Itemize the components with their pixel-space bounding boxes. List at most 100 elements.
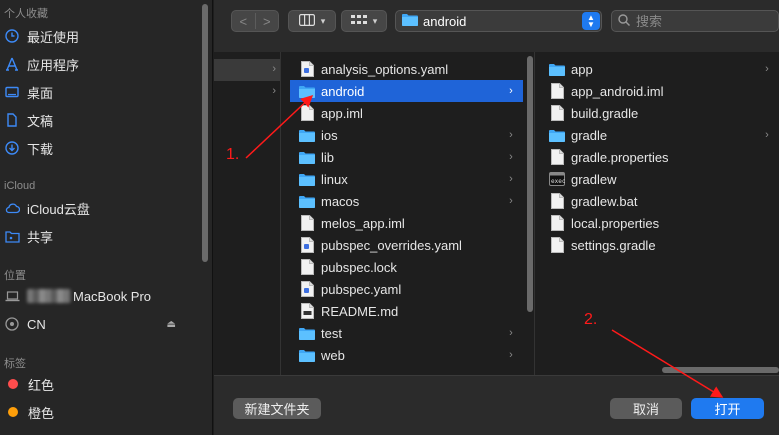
search-field[interactable] — [611, 10, 779, 32]
sidebar-item-documents[interactable]: 文稿 — [4, 109, 53, 131]
file-row-pubspec-yaml[interactable]: pubspec.yaml — [290, 278, 523, 300]
file-icon — [549, 149, 565, 165]
file-row-pubspec-lock[interactable]: pubspec.lock — [290, 256, 523, 278]
sidebar-item-macbook[interactable]: MacBook Pro — [4, 285, 151, 307]
chevron-right-icon: › — [509, 349, 513, 361]
item-name: test — [321, 325, 342, 341]
item-name: app.iml — [321, 105, 363, 121]
orange-tag-icon — [8, 407, 18, 417]
folder-row-web[interactable]: web › — [290, 344, 523, 366]
back-button[interactable]: < — [232, 14, 255, 29]
search-input[interactable] — [636, 13, 756, 29]
item-name: app_android.iml — [571, 83, 664, 99]
file-row-gradlew-bat[interactable]: gradlew.bat — [540, 190, 779, 212]
item-name: ios — [321, 127, 338, 143]
sidebar-item-label: 下载 — [27, 141, 54, 157]
item-name: gradle — [571, 127, 608, 143]
project-column: analysis_options.yamlandroid › app.iml ios ›… — [290, 52, 523, 375]
grid-icon — [350, 14, 367, 29]
view-mode-button[interactable]: ▾ — [288, 10, 336, 32]
file-icon — [549, 193, 565, 209]
column-browser: › › analysis_options.yamlandroid › app.iml… — [214, 52, 779, 375]
sidebar-item-shared[interactable]: 共享 — [4, 225, 53, 247]
file-row-app-iml[interactable]: app.iml — [290, 102, 523, 124]
item-name: gradle.properties — [571, 149, 669, 165]
toolbar: < > ▾ ▾ android ▲ ▼ — [214, 0, 779, 52]
file-row-melos-app-iml[interactable]: melos_app.iml — [290, 212, 523, 234]
parent-column-row[interactable]: › — [214, 59, 280, 81]
column-divider[interactable] — [534, 52, 535, 375]
file-icon — [299, 105, 315, 121]
nav-button-group: < > — [231, 10, 279, 32]
eject-icon[interactable]: ⏏ — [167, 319, 176, 330]
yaml-file-icon — [299, 281, 315, 297]
location-popup[interactable]: android ▲ ▼ — [395, 10, 602, 32]
network-drive-icon — [4, 316, 20, 332]
folder-icon — [299, 83, 315, 99]
folder-row-android[interactable]: android › — [290, 80, 523, 102]
folder-icon — [549, 61, 565, 77]
chevron-down-icon: ▾ — [320, 15, 326, 26]
chevron-right-icon: › — [509, 85, 513, 97]
folder-row-lib[interactable]: lib › — [290, 146, 523, 168]
sidebar-item-tag-orange[interactable]: 橙色 — [4, 401, 54, 423]
sidebar-scrollbar[interactable] — [202, 4, 208, 262]
item-name: lib — [321, 149, 335, 165]
sidebar-item-label: MacBook Pro — [73, 288, 152, 304]
item-name: gradlew.bat — [571, 193, 638, 209]
sidebar-item-recents[interactable]: 最近使用 — [4, 25, 79, 47]
file-row-gradle-properties[interactable]: gradle.properties — [540, 146, 779, 168]
file-row-app-android-iml[interactable]: app_android.iml — [540, 80, 779, 102]
item-name: android — [321, 83, 365, 99]
item-name: web — [321, 347, 345, 363]
file-row-readme-md[interactable]: README.md — [290, 300, 523, 322]
item-name: pubspec.yaml — [321, 281, 402, 297]
sidebar-item-cn[interactable]: CN — [4, 313, 194, 335]
folder-icon — [299, 171, 315, 187]
item-name: pubspec.lock — [321, 259, 397, 275]
file-row-settings-gradle[interactable]: settings.gradle — [540, 234, 779, 256]
sidebar-item-downloads[interactable]: 下载 — [4, 137, 53, 159]
new-folder-button[interactable]: 新建文件夹 — [233, 398, 321, 419]
bottom-bar: 新建文件夹 取消 打开 — [214, 375, 779, 435]
markdown-file-icon — [299, 303, 315, 319]
folder-row-app[interactable]: app › — [540, 58, 779, 80]
item-name: settings.gradle — [571, 237, 656, 253]
icloud-section-title: iCloud — [4, 180, 36, 192]
desktop-icon — [4, 84, 20, 100]
chevron-right-icon: › — [272, 85, 276, 97]
file-row-analysis-options-yaml[interactable]: analysis_options.yaml — [290, 58, 523, 80]
file-icon — [549, 105, 565, 121]
file-icon — [549, 215, 565, 231]
item-name: local.properties — [571, 215, 660, 231]
tags-section-title: 标签 — [4, 358, 26, 370]
folder-row-test[interactable]: test › — [290, 322, 523, 344]
sidebar-item-label: 最近使用 — [27, 29, 80, 45]
sidebar-item-tag-red[interactable]: 红色 — [4, 373, 54, 395]
applications-icon — [4, 56, 20, 72]
open-button[interactable]: 打开 — [691, 398, 764, 419]
item-name: macos — [321, 193, 360, 209]
yaml-file-icon — [299, 61, 315, 77]
folder-row-gradle[interactable]: gradle › — [540, 124, 779, 146]
sidebar-item-icloud-drive[interactable]: iCloud云盘 — [4, 197, 90, 219]
file-row-pubspec-overrides-yaml[interactable]: pubspec_overrides.yaml — [290, 234, 523, 256]
file-row-build-gradle[interactable]: build.gradle — [540, 102, 779, 124]
file-row-local-properties[interactable]: local.properties — [540, 212, 779, 234]
parent-column-row[interactable]: › — [214, 81, 280, 103]
cancel-button[interactable]: 取消 — [610, 398, 682, 419]
folder-row-linux[interactable]: linux › — [290, 168, 523, 190]
sidebar-item-applications[interactable]: 应用程序 — [4, 53, 79, 75]
item-name: app — [571, 61, 593, 77]
column-scrollbar[interactable] — [527, 56, 533, 312]
folder-row-macos[interactable]: macos › — [290, 190, 523, 212]
group-by-button[interactable]: ▾ — [341, 10, 387, 32]
folder-row-ios[interactable]: ios › — [290, 124, 523, 146]
sidebar-item-desktop[interactable]: 桌面 — [4, 81, 53, 103]
file-row-gradlew[interactable]: exec gradlew — [540, 168, 779, 190]
sidebar-item-label: 共享 — [27, 229, 54, 245]
chevron-right-icon: › — [509, 129, 513, 141]
folder-icon — [299, 127, 315, 143]
horizontal-scrollbar[interactable] — [662, 367, 779, 373]
forward-button[interactable]: > — [256, 14, 279, 29]
